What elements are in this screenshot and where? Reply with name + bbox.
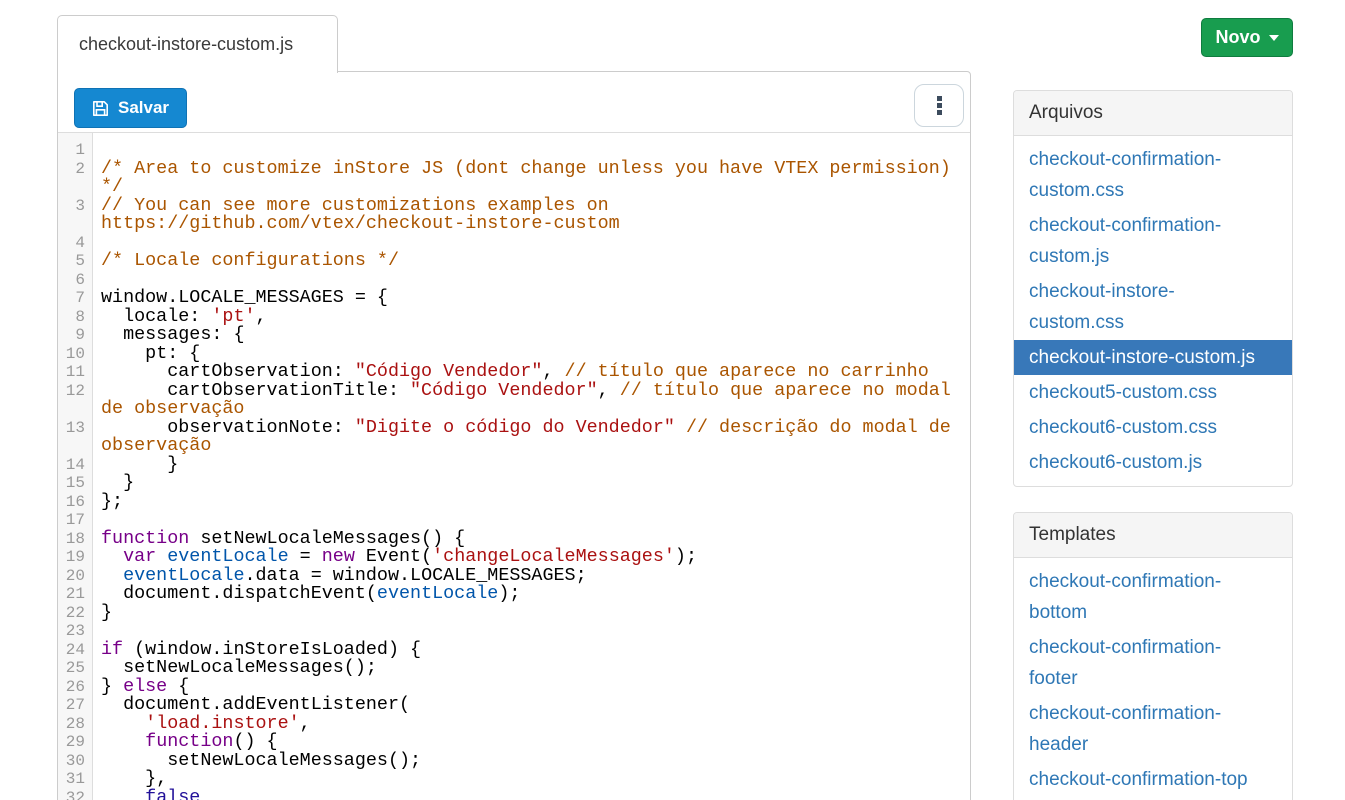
line-number: 7 <box>58 289 93 308</box>
line-number: 22 <box>58 604 93 623</box>
line-number: 23 <box>58 622 93 641</box>
line-number: 30 <box>58 752 93 771</box>
kebab-menu-icon <box>937 96 942 101</box>
files-panel-header: Arquivos <box>1014 91 1292 136</box>
line-number: 3 <box>58 197 93 216</box>
line-number: 4 <box>58 234 93 253</box>
files-list: checkout-confirmation-custom.csscheckout… <box>1014 136 1292 486</box>
file-item[interactable]: checkout-instore-custom.js <box>1014 340 1292 375</box>
line-number: 16 <box>58 493 93 512</box>
line-number: 31 <box>58 770 93 789</box>
code-editor[interactable]: 12 /* Area to customize inStore JS (dont … <box>58 133 970 800</box>
file-item[interactable]: checkout-confirmation-custom.css <box>1014 142 1292 208</box>
new-file-button-label: Novo <box>1216 27 1261 48</box>
code-line: 15 } <box>58 474 970 493</box>
template-item[interactable]: checkout-confirmation-footer <box>1014 630 1292 696</box>
templates-panel-header: Templates <box>1014 513 1292 558</box>
line-number: 13 <box>58 419 93 438</box>
code-text[interactable]: } <box>101 474 967 493</box>
code-text[interactable]: setNewLocaleMessages(); <box>101 659 967 678</box>
line-number: 19 <box>58 548 93 567</box>
line-number: 6 <box>58 271 93 290</box>
line-number: 28 <box>58 715 93 734</box>
new-file-button[interactable]: Novo <box>1201 18 1293 57</box>
code-text[interactable]: /* Area to customize inStore JS (dont ch… <box>101 160 967 197</box>
editor-toolbar: Salvar <box>58 72 970 133</box>
line-number: 29 <box>58 733 93 752</box>
line-number: 32 <box>58 789 93 800</box>
line-number: 8 <box>58 308 93 327</box>
code-lines: 12 /* Area to customize inStore JS (dont … <box>58 141 970 800</box>
line-number: 24 <box>58 641 93 660</box>
code-text[interactable]: false <box>101 789 967 800</box>
code-text[interactable]: } <box>101 604 967 623</box>
save-button[interactable]: Salvar <box>74 88 187 128</box>
code-line: 32 false <box>58 789 970 800</box>
line-number: 11 <box>58 363 93 382</box>
templates-panel: Templates checkout-confirmation-bottomch… <box>1013 512 1293 800</box>
line-number: 5 <box>58 252 93 271</box>
template-item[interactable]: checkout-confirmation-top <box>1014 762 1292 797</box>
code-text[interactable]: /* Locale configurations */ <box>101 252 967 271</box>
code-text[interactable]: document.dispatchEvent(eventLocale); <box>101 585 967 604</box>
code-line: 3 // You can see more customizations exam… <box>58 197 970 234</box>
code-line: 25 setNewLocaleMessages(); <box>58 659 970 678</box>
templates-list: checkout-confirmation-bottomcheckout-con… <box>1014 558 1292 800</box>
code-text[interactable]: // You can see more customizations examp… <box>101 197 967 234</box>
line-number: 20 <box>58 567 93 586</box>
code-line: 14 } <box>58 456 970 475</box>
code-line: 22} <box>58 604 970 623</box>
line-number: 12 <box>58 382 93 401</box>
code-line: 30 setNewLocaleMessages(); <box>58 752 970 771</box>
line-number: 21 <box>58 585 93 604</box>
file-tab-label: checkout-instore-custom.js <box>79 34 293 55</box>
file-item[interactable]: checkout6-custom.js <box>1014 445 1292 480</box>
code-text[interactable]: observationNote: "Digite o código do Ven… <box>101 419 967 456</box>
line-number: 25 <box>58 659 93 678</box>
file-tab[interactable]: checkout-instore-custom.js <box>57 15 338 73</box>
file-item[interactable]: checkout5-custom.css <box>1014 375 1292 410</box>
floppy-disk-icon <box>92 100 109 117</box>
app-root: { "file_tab": { "title": "checkout-insto… <box>0 0 1345 800</box>
line-number: 17 <box>58 511 93 530</box>
template-item[interactable]: checkout-confirmation-bottom <box>1014 564 1292 630</box>
code-text[interactable]: setNewLocaleMessages(); <box>101 752 967 771</box>
code-line: 5 /* Locale configurations */ <box>58 252 970 271</box>
code-line: 13 observationNote: "Digite o código do … <box>58 419 970 456</box>
line-number: 26 <box>58 678 93 697</box>
line-number: 15 <box>58 474 93 493</box>
line-number: 10 <box>58 345 93 364</box>
code-line: 16}; <box>58 493 970 512</box>
code-text[interactable]: messages: { <box>101 326 967 345</box>
file-item[interactable]: checkout-instore-custom.css <box>1014 274 1292 340</box>
code-line: 21 document.dispatchEvent(eventLocale); <box>58 585 970 604</box>
code-line: 2 /* Area to customize inStore JS (dont c… <box>58 160 970 197</box>
code-text[interactable]: } <box>101 456 967 475</box>
save-button-label: Salvar <box>118 98 169 118</box>
kebab-menu-button[interactable] <box>914 84 964 127</box>
line-number: 2 <box>58 160 93 179</box>
caret-down-icon <box>1269 35 1279 41</box>
line-number: 1 <box>58 141 93 160</box>
line-number: 27 <box>58 696 93 715</box>
line-number: 9 <box>58 326 93 345</box>
file-item[interactable]: checkout-confirmation-custom.js <box>1014 208 1292 274</box>
files-panel: Arquivos checkout-confirmation-custom.cs… <box>1013 90 1293 487</box>
template-item[interactable]: checkout-confirmation-header <box>1014 696 1292 762</box>
file-item[interactable]: checkout6-custom.css <box>1014 410 1292 445</box>
line-number: 14 <box>58 456 93 475</box>
code-text[interactable]: }; <box>101 493 967 512</box>
line-number: 18 <box>58 530 93 549</box>
code-line: 12 cartObservationTitle: "Código Vendedo… <box>58 382 970 419</box>
editor-panel: Salvar 12 /* Area to customize inStore JS… <box>57 71 971 800</box>
code-text[interactable]: }, <box>101 770 967 789</box>
code-text[interactable]: cartObservationTitle: "Código Vendedor",… <box>101 382 967 419</box>
